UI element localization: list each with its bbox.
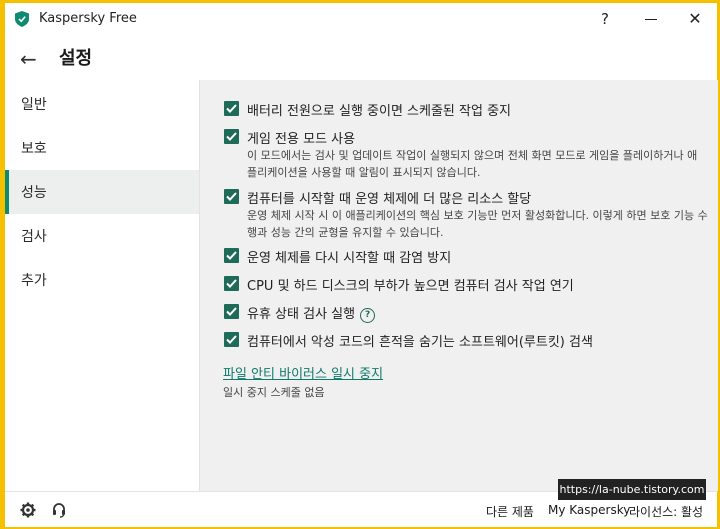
sidebar-item-protection[interactable]: 보호 bbox=[5, 126, 199, 170]
option-label-wrap: 유휴 상태 검사 실행? bbox=[247, 303, 376, 323]
title-bar: Kaspersky Free ? ✕ bbox=[5, 3, 717, 35]
checkbox[interactable] bbox=[224, 189, 239, 204]
license-status-link[interactable]: 라이선스: 활성 bbox=[629, 503, 703, 520]
sidebar-item-label: 추가 bbox=[21, 273, 47, 289]
my-kaspersky-link[interactable]: My Kaspersky bbox=[548, 503, 630, 517]
sidebar-item-performance[interactable]: 성능 bbox=[5, 170, 199, 214]
gear-icon[interactable] bbox=[20, 502, 36, 518]
option-label: 컴퓨터에서 악성 코드의 흔적을 숨기는 소프트웨어(루트킷) 검색 bbox=[247, 335, 593, 350]
option-description: 이 모드에서는 검사 및 업데이트 작업이 실행되지 않으며 전체 화면 모드로… bbox=[247, 149, 698, 179]
sidebar-item-additional[interactable]: 추가 bbox=[5, 258, 199, 302]
checkbox[interactable] bbox=[224, 332, 239, 347]
back-arrow-icon[interactable]: ← bbox=[20, 47, 37, 71]
checkbox[interactable] bbox=[224, 276, 239, 291]
page-title: 설정 bbox=[59, 48, 93, 69]
option-label: CPU 및 하드 디스크의 부하가 높으면 컴퓨터 검사 작업 연기 bbox=[247, 279, 574, 294]
sidebar-item-label: 성능 bbox=[21, 185, 47, 201]
option-label: 컴퓨터를 시작할 때 운영 체제에 더 많은 리소스 할당 bbox=[247, 192, 532, 207]
app-window: Kaspersky Free ? ✕ ← 설정 일반 보호 성능 검사 추가 배… bbox=[5, 3, 718, 527]
support-icon[interactable] bbox=[51, 502, 67, 518]
option-label: 배터리 전원으로 실행 중이면 스케줄된 작업 중지 bbox=[247, 104, 511, 119]
option-label: 운영 체제를 다시 시작할 때 감염 방지 bbox=[247, 251, 452, 266]
sidebar-item-label: 검사 bbox=[21, 229, 47, 245]
kaspersky-shield-icon bbox=[15, 11, 29, 27]
checkbox[interactable] bbox=[224, 248, 239, 263]
sidebar-item-general[interactable]: 일반 bbox=[5, 82, 199, 126]
watermark: https://la-nube.tistory.com bbox=[558, 479, 706, 500]
sidebar-item-label: 보호 bbox=[21, 141, 47, 157]
help-button[interactable]: ? bbox=[593, 8, 617, 30]
settings-sidebar: 일반 보호 성능 검사 추가 bbox=[5, 80, 199, 491]
option-label: 유휴 상태 검사 실행 bbox=[247, 307, 356, 322]
question-help-icon[interactable]: ? bbox=[360, 308, 376, 323]
pause-schedule-status: 일시 중지 스케줄 없음 bbox=[223, 386, 325, 399]
option-label: 게임 전용 모드 사용 bbox=[247, 132, 356, 147]
minimize-button[interactable] bbox=[639, 8, 663, 30]
other-products-link[interactable]: 다른 제품 bbox=[486, 503, 534, 520]
sidebar-item-scan[interactable]: 검사 bbox=[5, 214, 199, 258]
checkbox[interactable] bbox=[224, 304, 239, 319]
close-button[interactable]: ✕ bbox=[683, 8, 707, 30]
performance-settings-panel: 배터리 전원으로 실행 중이면 스케줄된 작업 중지 게임 전용 모드 사용 이… bbox=[199, 80, 718, 491]
sidebar-item-label: 일반 bbox=[21, 97, 47, 113]
checkbox[interactable] bbox=[224, 101, 239, 116]
window-title: Kaspersky Free bbox=[39, 11, 137, 26]
pause-file-antivirus-link[interactable]: 파일 안티 바이러스 일시 중지 bbox=[223, 363, 383, 382]
option-description: 운영 체제 시작 시 이 애플리케이션의 핵심 보호 기능만 먼저 활성화합니다… bbox=[247, 209, 708, 239]
checkbox[interactable] bbox=[224, 129, 239, 144]
